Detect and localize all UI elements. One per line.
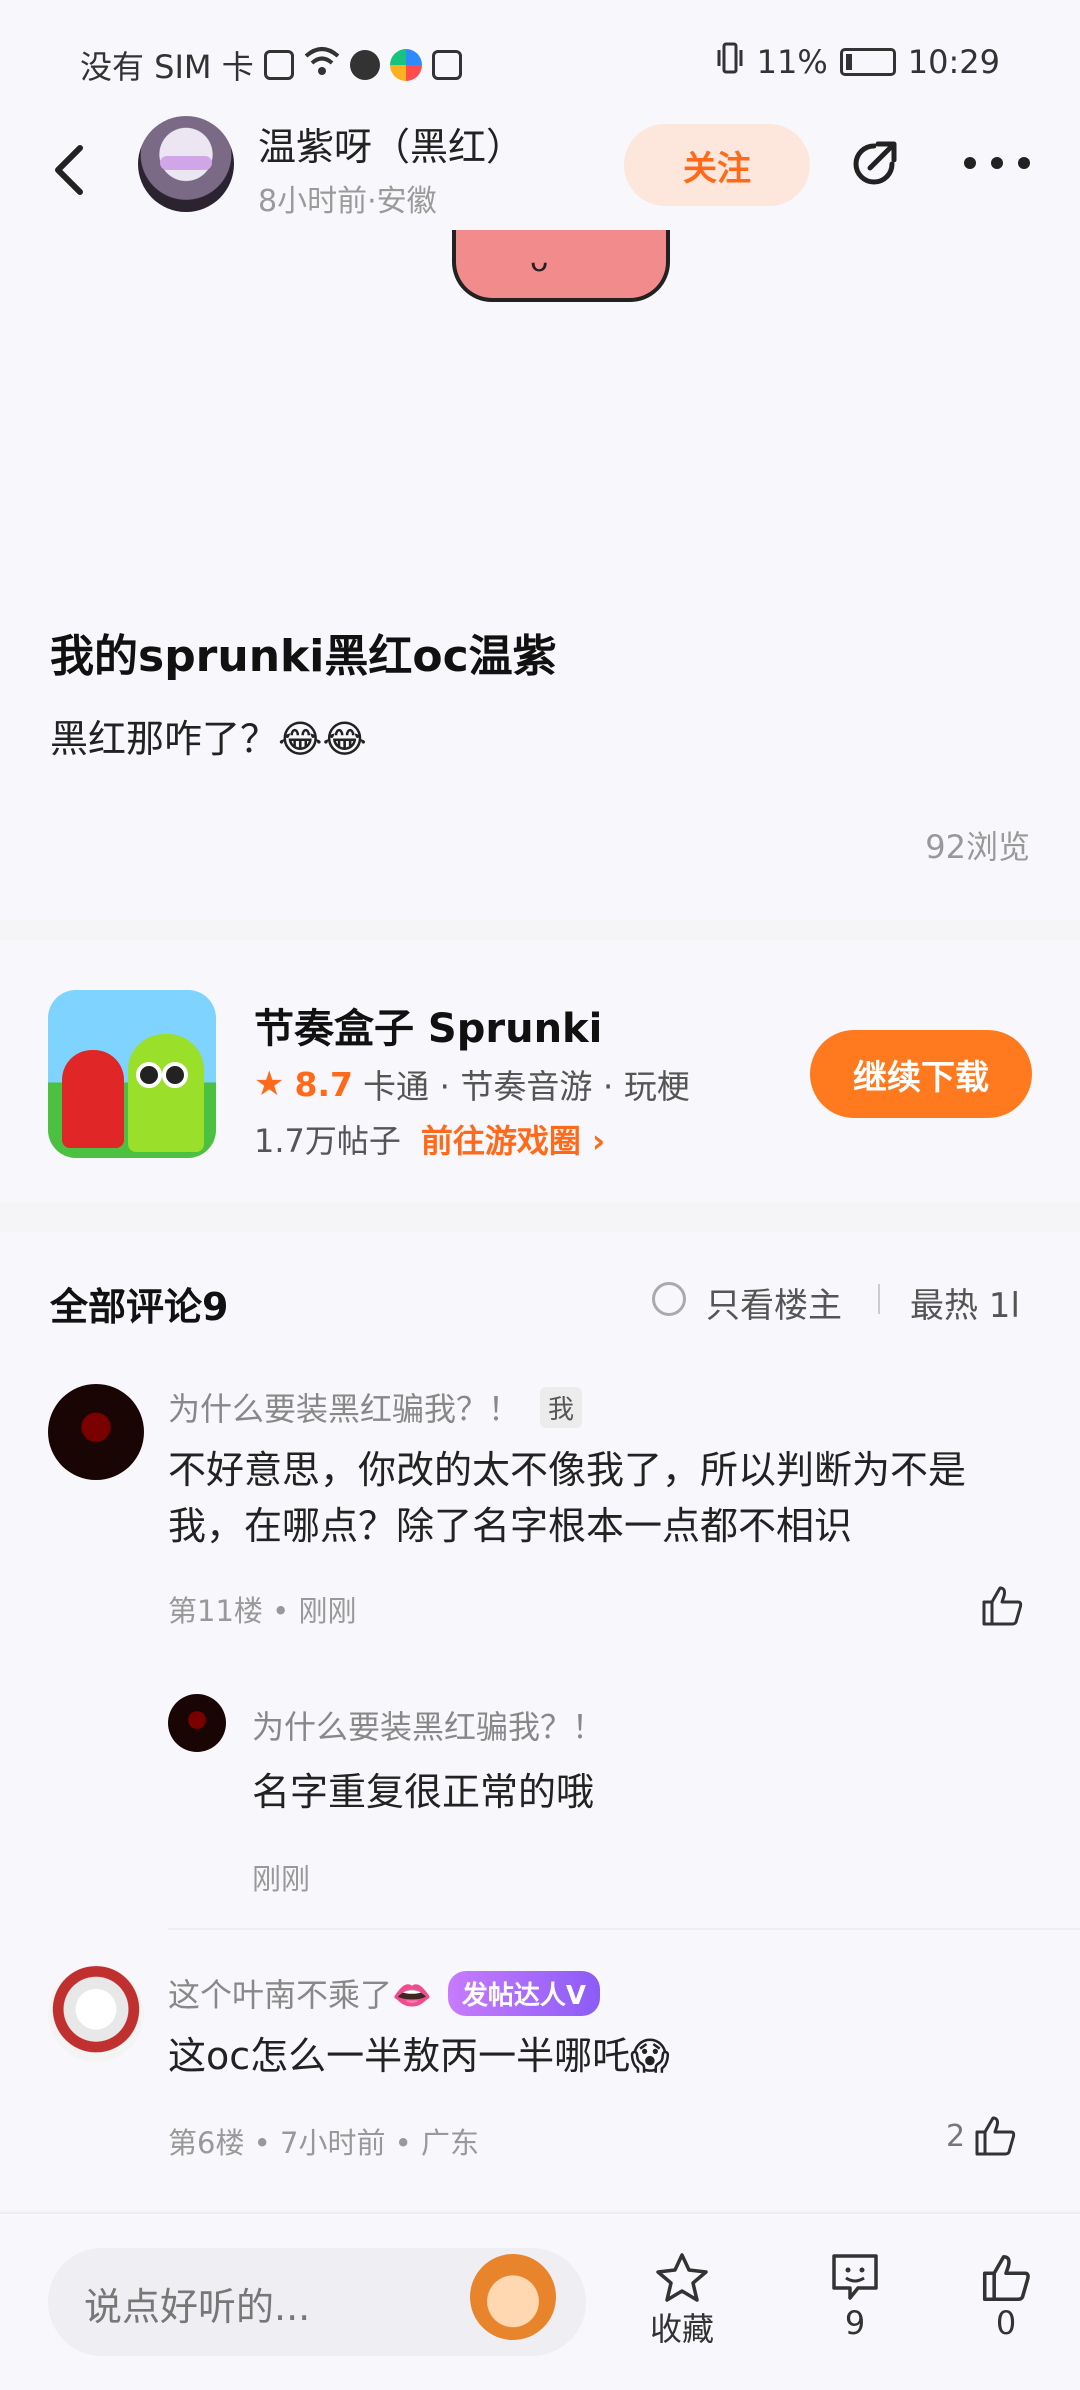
carrier-text: 没有 SIM 卡 xyxy=(80,48,254,86)
status-right: 11% 10:29 xyxy=(715,42,1000,82)
comment-text: 不好意思，你改的太不像我了，所以判断为不是我，在哪点？除了名字根本一点都不相识 xyxy=(168,1448,967,1548)
game-icon[interactable] xyxy=(48,990,216,1158)
thumbs-up-icon xyxy=(982,1586,1023,1626)
sort-toggle[interactable]: 最热 1l xyxy=(910,1278,1030,1327)
game-circle-link[interactable]: 前往游戏圈 › xyxy=(421,1116,605,1162)
vpn-icon xyxy=(349,50,380,80)
more-dot-icon xyxy=(991,157,1003,169)
clock: 10:29 xyxy=(907,43,1000,81)
game-post-count: 1.7万帖子 xyxy=(254,1122,401,1160)
reply-meta: 刚刚 xyxy=(252,1862,311,1896)
more-dot-icon xyxy=(1018,157,1030,169)
comment-text: 这oc怎么一半敖丙一半哪吒😱 xyxy=(168,2034,670,2078)
comment-meta: 第11楼 • 刚刚 xyxy=(168,1594,357,1628)
eye-icon xyxy=(136,1062,162,1088)
comment-divider xyxy=(168,1928,1080,1930)
app-notification-icon xyxy=(389,49,422,81)
comment-bubble-icon xyxy=(832,2254,878,2300)
game-sub: 1.7万帖子 前往游戏圈 › xyxy=(254,1116,605,1162)
more-options-button[interactable] xyxy=(964,150,1030,176)
wifi-icon xyxy=(304,46,340,84)
comment-header: 这个叶南不乘了👄 发帖达人V xyxy=(168,1970,600,2016)
back-button[interactable] xyxy=(50,140,90,200)
back-arrow-icon xyxy=(55,145,83,195)
vibrate-icon xyxy=(715,42,745,82)
follow-button[interactable]: 关注 xyxy=(624,124,810,206)
like-button[interactable]: 0 xyxy=(980,2252,1032,2342)
eye-icon xyxy=(162,1062,188,1088)
author-avatar[interactable] xyxy=(138,116,234,212)
battery-percent: 11% xyxy=(756,43,828,81)
only-op-label[interactable]: 只看楼主 xyxy=(706,1278,842,1327)
star-outline-icon xyxy=(656,2253,708,2302)
comments-button[interactable]: 9 xyxy=(828,2252,882,2342)
image-face: ᴗ xyxy=(530,244,549,279)
sim-alert-icon xyxy=(263,50,294,80)
commenter-avatar[interactable] xyxy=(48,1966,144,2062)
comment-header: 为什么要装黑红骗我？！ 我 xyxy=(168,1384,583,1430)
poster-level-badge: 发帖达人V xyxy=(447,1970,600,2016)
bag-icon xyxy=(431,50,462,80)
game-title[interactable]: 节奏盒子 Sprunki xyxy=(254,996,602,1054)
download-button[interactable]: 继续下载 xyxy=(810,1030,1032,1118)
like-count: 0 xyxy=(995,2304,1017,2342)
post-content xyxy=(0,230,1080,920)
battery-icon xyxy=(839,48,896,76)
thumbs-up-icon xyxy=(975,2116,1016,2156)
comment-username[interactable]: 这个叶南不乘了👄 xyxy=(168,1970,432,2016)
status-left: 没有 SIM 卡 xyxy=(80,42,462,88)
like-count: 2 xyxy=(946,2118,966,2154)
green-character xyxy=(128,1034,204,1152)
reply-username[interactable]: 为什么要装黑红骗我？！ xyxy=(252,1702,604,1748)
only-op-radio[interactable] xyxy=(652,1282,686,1316)
mascot-icon[interactable] xyxy=(470,2254,556,2340)
share-icon xyxy=(853,141,897,185)
share-button[interactable] xyxy=(846,136,902,192)
comment-meta: 第6楼 • 7小时前 • 广东 xyxy=(168,2126,479,2160)
game-meta: ★ 8.7 卡通 · 节奏音游 · 玩梗 xyxy=(254,1060,690,1108)
comment-like-button[interactable] xyxy=(980,1584,1024,1628)
comment-like-button[interactable]: 2 xyxy=(946,2114,1017,2158)
game-tags: 卡通 · 节奏音游 · 玩梗 xyxy=(362,1067,690,1106)
game-rating: 8.7 xyxy=(294,1064,353,1104)
author-meta: 8小时前·安徽 xyxy=(258,184,437,219)
post-title: 我的sprunki黑红oc温紫 xyxy=(50,631,557,682)
post-body: 黑红那咋了？😂😂 xyxy=(50,717,367,761)
favorite-button[interactable]: 收藏 xyxy=(650,2252,714,2350)
divider xyxy=(878,1284,880,1314)
red-character xyxy=(62,1050,124,1148)
self-badge: 我 xyxy=(540,1386,583,1428)
star-icon: ★ xyxy=(254,1064,285,1104)
thumbs-up-icon xyxy=(982,2254,1030,2302)
comments-header: 全部评论9 xyxy=(50,1285,229,1329)
comment-count: 9 xyxy=(844,2304,866,2342)
commenter-avatar[interactable] xyxy=(48,1384,144,1480)
more-dot-icon xyxy=(964,157,976,169)
reply-text: 名字重复很正常的哦 xyxy=(252,1770,595,1814)
comment-input-placeholder[interactable]: 说点好听的... xyxy=(84,2276,310,2331)
comment-username[interactable]: 为什么要装黑红骗我？！ xyxy=(168,1384,520,1430)
author-name[interactable]: 温紫呀（黑红） xyxy=(258,116,524,171)
reply-avatar[interactable] xyxy=(168,1694,226,1752)
view-count: 92浏览 xyxy=(925,828,1030,866)
favorite-label: 收藏 xyxy=(650,2310,715,2348)
post-image[interactable]: ᴗ xyxy=(452,230,670,302)
